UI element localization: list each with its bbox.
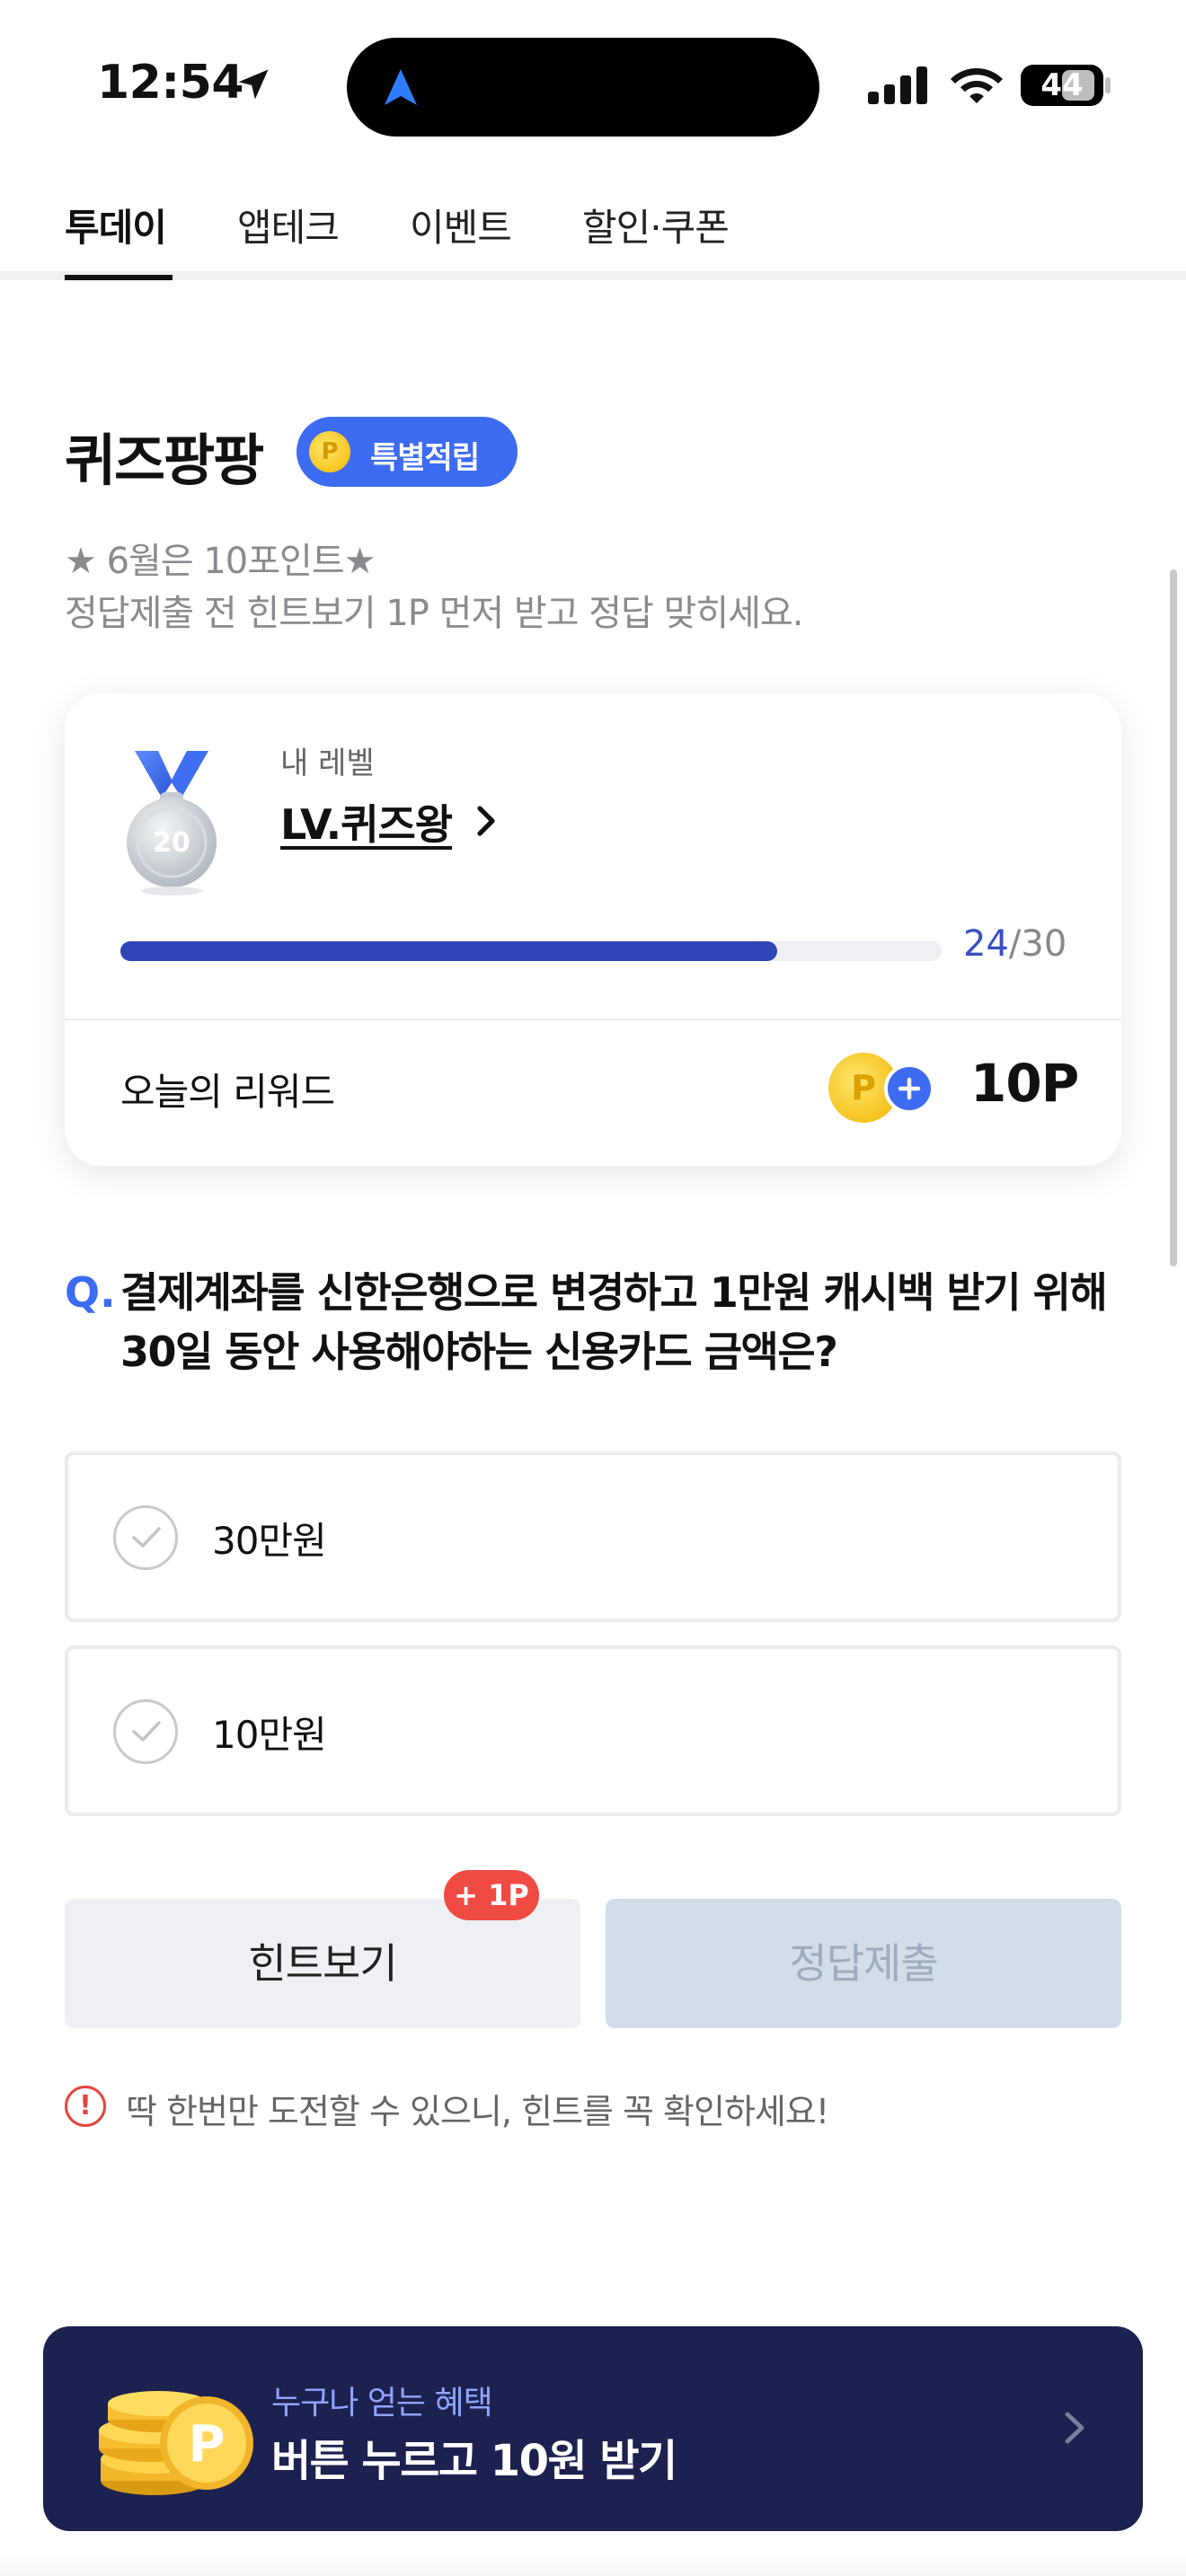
coin-stack-icon: P (99, 2391, 253, 2495)
special-reward-badge: P 특별적립 (296, 417, 518, 487)
medal-number: 20 (153, 827, 190, 859)
level-name-link[interactable]: LV.퀴즈왕 (280, 792, 453, 851)
banner-title: 버튼 누르고 10원 받기 (271, 2436, 677, 2486)
battery-tip (1105, 77, 1111, 93)
answer-option-label: 10만원 (212, 1713, 327, 1757)
answer-option-2[interactable]: 10만원 (65, 1645, 1121, 1816)
tab-today[interactable]: 투데이 (65, 198, 167, 252)
question-text: 결제계좌를 신한은행으로 변경하고 1만원 캐시백 받기 위해 30일 동안 사… (120, 1268, 1108, 1376)
answer-option-label: 30만원 (212, 1519, 327, 1563)
cellular-signal-icon (868, 66, 927, 104)
tab-discount-coupon[interactable]: 할인·쿠폰 (582, 198, 730, 252)
question-mark-label: Q. (65, 1268, 116, 1317)
tab-bar: 투데이 앱테크 이벤트 할인·쿠폰 (0, 171, 1186, 280)
level-progress-bar (120, 941, 942, 961)
reward-banner[interactable]: P 누구나 얻는 혜택 버튼 누르고 10원 받기 (43, 2326, 1143, 2531)
level-caption: 내 레벨 (280, 745, 375, 781)
location-arrow-icon (238, 69, 269, 100)
scrollbar[interactable] (1170, 569, 1177, 1266)
bottom-fade (0, 2551, 1186, 2576)
active-tab-indicator (65, 275, 173, 280)
special-badge-label: 특별적립 (370, 440, 480, 476)
battery-percentage: 44 (1040, 67, 1084, 103)
card-divider (65, 1019, 1121, 1020)
banner-coin-symbol: P (188, 2415, 225, 2474)
progress-total: /30 (1008, 923, 1067, 965)
status-time: 12:54 (97, 56, 244, 110)
quiz-title: 퀴즈팡팡 (65, 428, 264, 493)
answer-option-1[interactable]: 30만원 (65, 1451, 1121, 1622)
status-bar: 12:54 44 (0, 0, 1186, 162)
quiz-subtitle-line-1: ★ 6월은 10포인트★ (65, 541, 376, 582)
plus-icon (884, 1063, 934, 1114)
quiz-subtitle-line-2: 정답제출 전 힌트보기 1P 먼저 받고 정답 맞히세요. (65, 593, 803, 634)
wifi-icon (951, 68, 1003, 103)
banner-caption: 누구나 얻는 혜택 (271, 2385, 493, 2422)
submit-button-label: 정답제출 (789, 1939, 938, 1988)
check-circle-icon (113, 1699, 178, 1764)
warning-text: 딱 한번만 도전할 수 있으니, 힌트를 꼭 확인하세요! (126, 2092, 829, 2131)
coin-symbol: P (321, 438, 339, 465)
check-circle-icon (113, 1505, 178, 1570)
point-coin-icon: P (309, 431, 350, 472)
tab-events[interactable]: 이벤트 (410, 198, 512, 252)
progress-current: 24 (963, 923, 1009, 965)
submit-answer-button[interactable]: 정답제출 (606, 1899, 1121, 2028)
chevron-right-icon[interactable] (473, 803, 500, 839)
warning-icon: ! (65, 2086, 106, 2127)
today-reward-value: 10P (970, 1053, 1079, 1114)
chevron-right-icon (1065, 2412, 1084, 2444)
medal-icon: 20 (127, 751, 217, 895)
tab-apptech[interactable]: 앱테크 (237, 198, 340, 252)
level-card: 20 내 레벨 LV.퀴즈왕 24/30 오늘의 리워드 P 10P (65, 693, 1121, 1166)
navigation-arrow-icon (385, 69, 417, 105)
level-progress-text: 24/30 (963, 923, 1067, 965)
battery-indicator: 44 (1021, 65, 1103, 106)
level-progress-fill (120, 941, 778, 961)
today-reward-label: 오늘의 리워드 (120, 1070, 335, 1114)
dynamic-island (347, 38, 819, 137)
quiz-page: 12:54 44 투데이 앱테크 이벤트 할인·쿠폰 퀴즈팡팡 P 특별적립 ★… (0, 0, 1186, 2576)
hint-reward-badge: + 1P (444, 1870, 539, 1920)
